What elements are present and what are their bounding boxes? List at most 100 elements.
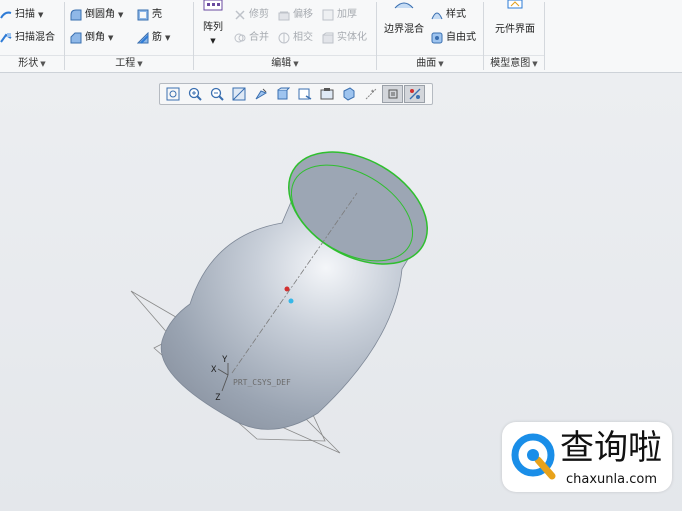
watermark-logo: 查询啦 chaxunla.com [502,422,672,492]
ribbon-toolbar: 扫描 ▼ 扫描混合 形状 ▼ 倒圆角 ▼ 倒角 ▼ 壳 筋 ▼ 工程 ▼ 阵列 … [0,0,682,73]
chevron-down-icon: ▼ [210,37,216,45]
editing-group-title: 编辑 [271,58,292,69]
offset-icon [278,11,290,21]
shape-group: 扫描 ▼ 扫描混合 形状 ▼ [0,0,64,72]
pattern-icon [203,0,223,11]
chevron-down-icon: ▼ [38,11,44,19]
offset-button[interactable]: 偏移 [278,7,313,23]
model-intent-group: 元件界面 模型意图 ▼ [484,0,544,72]
round-label: 倒圆角 [85,9,115,20]
engineering-group-title: 工程 [115,58,136,69]
round-icon [70,9,82,21]
shape-group-title: 形状 [18,58,39,69]
swept-blend-label: 扫描混合 [15,32,55,43]
thicken-button[interactable]: 加厚 [322,7,357,23]
sweep-label: 扫描 [15,9,35,20]
surfaces-group-footer[interactable]: 曲面 ▼ [377,55,483,72]
shell-button[interactable]: 壳 [137,7,162,23]
engineering-group-footer[interactable]: 工程 ▼ [65,55,193,72]
round-button[interactable]: 倒圆角 ▼ [70,7,123,23]
pattern-label: 阵列 [203,22,223,33]
refit-icon[interactable] [162,85,183,103]
rib-button[interactable]: 筋 ▼ [137,30,170,46]
component-interface-icon [507,0,523,9]
surfaces-group: 边界混合 样式 自由式 曲面 ▼ [377,0,483,72]
editing-group: 阵列 ▼ 修剪 偏移 加厚 合并 相交 实体化 编辑 ▼ [194,0,376,72]
merge-button[interactable]: 合并 [234,30,269,46]
style-icon [431,12,443,20]
offset-label: 偏移 [293,9,313,20]
model-intent-group-title: 模型意图 [490,58,531,69]
chamfer-button[interactable]: 倒角 ▼ [70,30,113,46]
annotation-display-icon[interactable] [382,85,403,103]
group-divider [544,2,545,70]
chevron-down-icon: ▼ [118,11,124,19]
perspective-icon[interactable] [250,85,271,103]
rib-icon [137,32,149,44]
swept-blend-icon [0,33,12,43]
style-button[interactable]: 样式 [431,7,466,23]
style-label: 样式 [446,9,466,20]
trim-label: 修剪 [249,9,269,20]
repaint-icon[interactable] [228,85,249,103]
rib-label: 筋 [152,32,162,43]
solidify-icon [322,32,334,44]
axis-z-label: Z [215,393,221,403]
shape-group-footer[interactable]: 形状 ▼ [0,55,64,72]
watermark-url: chaxunla.com [566,472,657,487]
chevron-down-icon: ▼ [532,60,538,68]
boundary-blend-icon [394,2,414,9]
trim-icon [235,10,245,20]
chevron-down-icon: ▼ [165,34,171,42]
zoom-in-icon[interactable] [184,85,205,103]
thicken-icon [322,9,334,21]
display-style-icon[interactable] [272,85,293,103]
view-manager-icon[interactable] [316,85,337,103]
swept-blend-button[interactable]: 扫描混合 [0,30,55,46]
chamfer-icon [70,32,82,44]
datum-display-icon[interactable]: * [360,85,381,103]
solidify-button[interactable]: 实体化 [322,30,367,46]
editing-group-footer[interactable]: 编辑 ▼ [194,55,376,72]
csys-label: PRT_CSYS_DEF [233,378,291,387]
merge-label: 合并 [249,32,269,43]
axis-y-label: Y [222,355,228,365]
surfaces-group-title: 曲面 [416,58,437,69]
sweep-button[interactable]: 扫描 ▼ [0,7,43,23]
intersect-button[interactable]: 相交 [278,30,313,46]
freestyle-button[interactable]: 自由式 [431,30,476,46]
spin-center-marker [284,286,290,292]
axis-x-label: X [211,365,217,375]
saved-orientations-icon[interactable] [294,85,315,103]
view-toolbar: * [159,83,433,105]
shell-icon [137,9,149,21]
chevron-down-icon: ▼ [108,34,114,42]
component-interface-label: 元件界面 [495,24,535,35]
model-intent-group-footer[interactable]: 模型意图 ▼ [484,55,544,72]
svg-text:*: * [371,89,374,96]
boundary-blend-label: 边界混合 [384,24,424,35]
logo-icon [511,433,556,480]
chevron-down-icon: ▼ [293,60,299,68]
spin-center-marker-alt [288,298,294,304]
engineering-group: 倒圆角 ▼ 倒角 ▼ 壳 筋 ▼ 工程 ▼ [65,0,193,72]
freestyle-icon [431,32,443,44]
shell-label: 壳 [152,9,162,20]
merge-icon [234,33,246,43]
chevron-down-icon: ▼ [438,60,444,68]
trim-button[interactable]: 修剪 [234,7,269,23]
freestyle-label: 自由式 [446,32,476,43]
watermark-title: 查询啦 [560,428,662,468]
pattern-button[interactable]: 阵列 ▼ [198,0,228,52]
boundary-blend-button[interactable]: 边界混合 [381,0,427,52]
component-interface-button[interactable]: 元件界面 [488,0,542,52]
intersect-label: 相交 [293,32,313,43]
spin-center-icon[interactable] [404,85,425,103]
section-icon[interactable] [338,85,359,103]
chamfer-label: 倒角 [85,32,105,43]
zoom-out-icon[interactable] [206,85,227,103]
sweep-icon [0,11,12,19]
chevron-down-icon: ▼ [40,60,46,68]
thicken-label: 加厚 [337,9,357,20]
intersect-icon [278,32,290,44]
